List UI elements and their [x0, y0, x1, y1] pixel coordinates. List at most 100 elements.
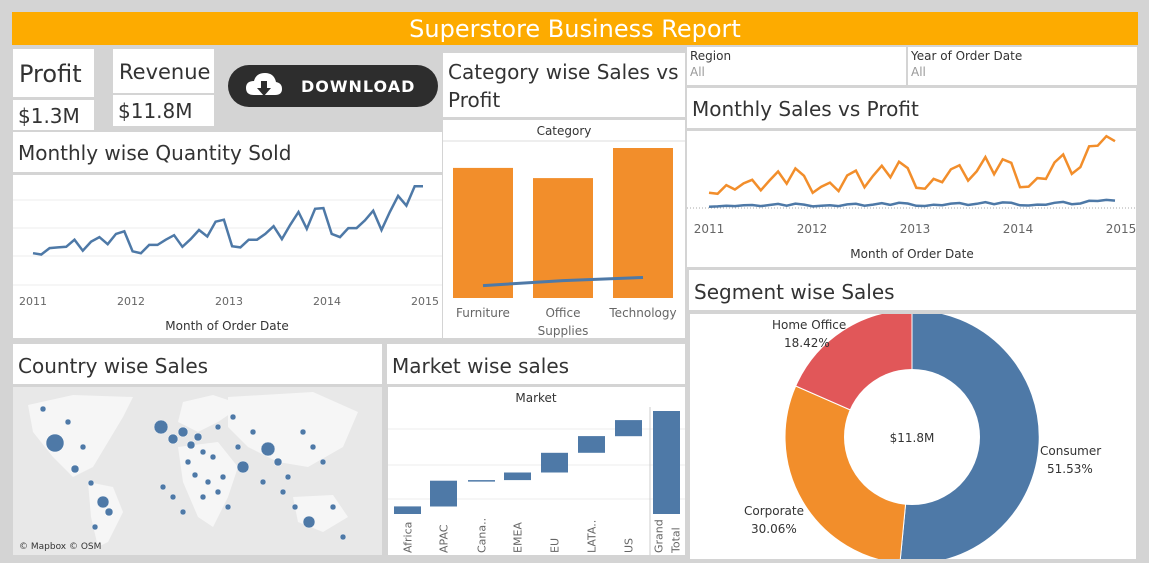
map-marker: [291, 503, 299, 511]
map-marker: [339, 533, 347, 541]
map-marker: [309, 443, 317, 451]
market-bar: [653, 411, 680, 514]
donut-center-label: $11.8M: [890, 431, 935, 445]
map-marker: [184, 458, 192, 466]
market-title: Market wise sales: [392, 354, 570, 378]
qty-x-tick: 2013: [215, 295, 243, 308]
cloud-download-icon: [246, 73, 282, 96]
map-marker: [273, 457, 283, 467]
sales-x-tick: 2013: [900, 222, 931, 236]
map-marker: [191, 471, 199, 479]
profit-label: Profit: [19, 60, 82, 88]
map-marker: [177, 426, 189, 438]
map-marker: [319, 458, 327, 466]
map-marker: [79, 443, 87, 451]
market-x-label: EU: [549, 538, 562, 553]
monthly-qty-title: Monthly wise Quantity Sold: [18, 141, 292, 165]
map-marker: [234, 443, 242, 451]
sales-x-tick: 2014: [1003, 222, 1034, 236]
market-bar: [578, 436, 605, 453]
segment-title-panel: Segment wise Sales: [689, 270, 1136, 310]
market-bar: [430, 480, 457, 507]
map-marker: [229, 413, 237, 421]
segment-chart: $11.8M Consumer 51.53% Corporate 30.06% …: [744, 309, 1101, 563]
slice-label-home-office: Home Office: [772, 318, 846, 332]
map-marker: [199, 493, 207, 501]
category-chart-panel: Category Furniture Office Supplies Technolo…: [443, 120, 685, 338]
map-marker: [224, 503, 232, 511]
category-bar: [453, 167, 513, 298]
map-marker: [45, 433, 65, 453]
market-chart-panel: Market Africa APAC Cana.. EMEA EU LATA.. US Gra…: [388, 387, 685, 555]
world-map: © Mapbox © OSM: [19, 392, 358, 552]
category-x-label: Furniture: [456, 306, 510, 320]
qty-x-tick: 2011: [19, 295, 47, 308]
category-title-panel: Category wise Sales vs Profit: [443, 53, 685, 117]
map-marker: [299, 428, 307, 436]
revenue-label: Revenue: [119, 60, 211, 84]
monthly-sales-title: Monthly Sales vs Profit: [692, 97, 919, 121]
map-marker: [259, 478, 267, 486]
revenue-label-panel: Revenue: [113, 49, 214, 93]
sales-x-tick: 2011: [694, 222, 725, 236]
market-title-panel: Market wise sales: [387, 344, 685, 384]
map-marker: [249, 428, 257, 436]
download-button[interactable]: DOWNLOAD: [228, 65, 438, 107]
map-marker: [279, 488, 287, 496]
market-bar: [504, 472, 531, 481]
slice-label-consumer: Consumer: [1040, 444, 1101, 458]
profit-label-panel: Profit: [13, 49, 94, 97]
land-south-america: [88, 482, 123, 547]
monthly-qty-chart-panel: 2011 2012 2013 2014 2015 Month of Order Date: [13, 175, 442, 338]
category-x-label: Office: [545, 306, 580, 320]
market-bar: [541, 452, 568, 473]
market-x-label: EMEA: [512, 522, 525, 553]
slice-value-consumer: 51.53%: [1047, 462, 1093, 476]
map-marker: [96, 495, 110, 509]
map-marker: [260, 441, 276, 457]
map-marker: [159, 483, 167, 491]
sales-x-tick: 2012: [797, 222, 828, 236]
filter-year[interactable]: Year of Order Date All: [908, 47, 1137, 85]
market-bar: [468, 480, 495, 482]
market-x-label: Africa: [402, 522, 415, 553]
monthly-qty-title-panel: Monthly wise Quantity Sold: [13, 132, 442, 172]
map-marker: [39, 405, 47, 413]
filter-year-value[interactable]: All: [908, 63, 1137, 79]
revenue-value-panel: $11.8M: [113, 95, 214, 126]
map-marker: [169, 493, 177, 501]
monthly-sales-title-panel: Monthly Sales vs Profit: [687, 88, 1136, 128]
download-label: DOWNLOAD: [301, 77, 416, 96]
slice-value-corporate: 30.06%: [751, 522, 797, 536]
market-chart: Market Africa APAC Cana.. EMEA EU LATA.. US Gra…: [388, 391, 685, 555]
map-marker: [186, 440, 196, 450]
filter-region-value[interactable]: All: [687, 63, 906, 79]
map-marker: [199, 448, 207, 456]
map-marker: [219, 473, 227, 481]
market-x-label: LATA..: [586, 520, 599, 553]
report-title: Superstore Business Report: [12, 12, 1138, 45]
monthly-sales-chart-panel: 2011 2012 2013 2014 2015 Month of Order Date: [687, 131, 1136, 267]
profit-series-line: [708, 198, 1116, 208]
map-marker: [64, 418, 72, 426]
category-title: Category wise Sales vs Profit: [448, 60, 679, 112]
segment-title: Segment wise Sales: [694, 280, 895, 304]
qty-x-tick: 2015: [411, 295, 439, 308]
market-x-label: Grand: [653, 519, 666, 553]
slice-value-home-office: 18.42%: [784, 336, 830, 350]
map-marker: [302, 515, 316, 529]
filter-region[interactable]: Region All: [687, 47, 906, 85]
map-marker: [214, 488, 222, 496]
map-marker: [284, 473, 292, 481]
map-marker: [236, 460, 250, 474]
market-x-label: APAC: [438, 524, 451, 553]
qty-x-tick: 2012: [117, 295, 145, 308]
filter-region-label: Region: [690, 49, 732, 63]
map-marker: [70, 464, 80, 474]
map-marker: [193, 432, 203, 442]
country-map[interactable]: © Mapbox © OSM: [13, 387, 382, 555]
map-marker: [91, 523, 99, 531]
map-marker: [179, 508, 187, 516]
market-x-label: Cana..: [476, 518, 489, 553]
filter-year-label: Year of Order Date: [911, 49, 1023, 63]
